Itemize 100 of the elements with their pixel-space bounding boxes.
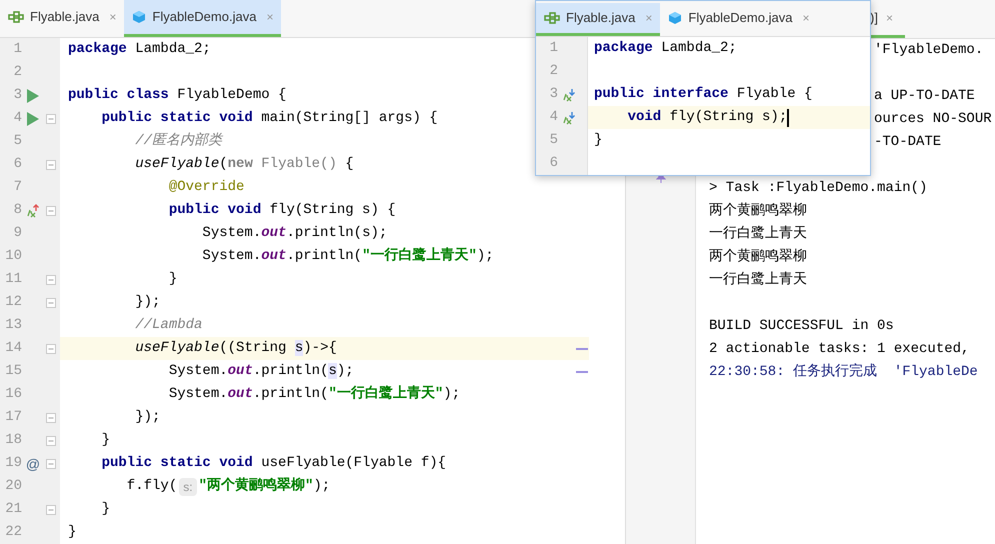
console-line: -TO-DATE (874, 133, 942, 152)
code-line: }); (134, 293, 160, 312)
console-line: 2 actionable tasks: 1 executed, (709, 340, 970, 359)
code-line: useFlyable((String s)->{ (134, 339, 337, 358)
code-line: public class FlyableDemo { (68, 86, 286, 105)
implemented-icon[interactable] (562, 110, 576, 124)
error-stripe-mark[interactable] (576, 348, 588, 350)
run-icon[interactable] (27, 88, 39, 102)
fold-icon[interactable] (46, 458, 56, 468)
usage-marker[interactable]: @ (26, 456, 40, 470)
code-line: package Lambda_2; (68, 40, 211, 59)
code-text: "两个黄鹂鸣翠柳"); (198, 476, 330, 496)
file-tab[interactable]: FlyableDemo.java × (660, 3, 818, 36)
code-text: f.fly( (126, 477, 178, 496)
line-number: 10 (4, 247, 22, 266)
fold-icon[interactable] (46, 344, 56, 354)
run-icon[interactable] (27, 112, 39, 126)
line-number: 19 (4, 454, 22, 473)
console-line: 22:30:58: 任务执行完成 'FlyableDe (709, 362, 978, 382)
interface-icon (544, 12, 560, 24)
console-line: 一行白鹭上青天 (709, 224, 807, 244)
tab-label: )] (870, 8, 878, 27)
line-number: 4 (548, 108, 558, 127)
fold-icon[interactable] (46, 114, 56, 124)
code-line: } (594, 131, 602, 150)
line-number: 3 (548, 85, 558, 104)
console-line: 两个黄鹂鸣翠柳 (709, 202, 807, 221)
line-number: 21 (4, 500, 22, 519)
line-number: 5 (12, 132, 22, 151)
line-number: 11 (4, 270, 22, 289)
interface-icon (8, 11, 24, 23)
code-line: package Lambda_2; (594, 39, 737, 58)
line-number: 18 (4, 431, 22, 450)
fold-icon[interactable] (46, 412, 56, 422)
override-icon[interactable] (26, 204, 40, 218)
error-stripe-mark[interactable] (576, 370, 588, 372)
code-line: } (100, 500, 110, 519)
line-number: 4 (12, 109, 22, 128)
code-line: useFlyable(new Flyable() { (134, 155, 354, 174)
code-line: System.out.println("一行白鹭上青天"); (168, 384, 460, 404)
fold-icon[interactable] (46, 206, 56, 216)
code-line: } (100, 431, 110, 450)
code-line: //匿名内部类 (134, 131, 222, 151)
line-number: 5 (548, 131, 558, 150)
cube-icon (668, 11, 682, 25)
fold-icon[interactable] (46, 436, 56, 446)
code-line: public void fly(String s) { (168, 201, 396, 220)
line-number: 2 (548, 62, 558, 81)
line-number: 15 (4, 362, 22, 381)
line-number: 8 (12, 201, 22, 220)
code-line: void fly(String s); (626, 108, 788, 127)
line-number: 6 (12, 155, 22, 174)
line-number: 1 (548, 39, 558, 58)
cube-icon (132, 10, 146, 24)
fold-icon[interactable] (46, 160, 56, 170)
implemented-icon[interactable] (562, 88, 576, 102)
console-line: 一行白鹭上青天 (709, 270, 807, 290)
fold-icon[interactable] (46, 274, 56, 284)
line-number: 13 (4, 316, 22, 335)
line-number: 20 (4, 477, 22, 496)
file-tab[interactable]: Flyable.java × (536, 3, 660, 36)
code-line: } (168, 270, 178, 289)
file-tab[interactable]: FlyableDemo.java × (124, 0, 282, 37)
tab-label: FlyableDemo.java (688, 9, 792, 28)
tab-label: Flyable.java (566, 9, 636, 28)
console-line: ources NO-SOUR (874, 110, 992, 129)
line-number: 9 (12, 224, 22, 243)
code-line: @Override (168, 178, 244, 197)
line-number: 22 (4, 523, 22, 542)
code-line: }); (134, 408, 160, 427)
console-line: > Task :FlyableDemo.main() (709, 179, 928, 198)
console-line: a UP-TO-DATE (874, 87, 975, 106)
line-number: 6 (548, 154, 558, 173)
parameter-hint: s: (179, 478, 197, 496)
tab-label: FlyableDemo.java (152, 8, 256, 26)
file-tab[interactable]: Flyable.java × (0, 0, 124, 37)
code-line: System.out.println(s); (201, 224, 388, 243)
code-line: public static void useFlyable(Flyable f){ (100, 454, 446, 473)
console-line: 两个黄鹂鸣翠柳 (709, 248, 807, 267)
line-number: 16 (4, 385, 22, 404)
console-line: BUILD SUCCESSFUL in 0s (709, 317, 894, 336)
code-line: //Lambda (134, 316, 202, 335)
code-line: public static void main(String[] args) { (100, 109, 438, 128)
code-line: public interface Flyable { (594, 85, 812, 104)
line-number: 1 (12, 40, 22, 59)
line-number: 17 (4, 408, 22, 427)
close-button[interactable]: × (886, 8, 893, 26)
line-number: 7 (12, 178, 22, 197)
line-number: 2 (12, 63, 22, 82)
line-number: 14 (4, 339, 22, 358)
code-line: } (68, 523, 76, 542)
code-line: System.out.println(s); (168, 362, 354, 381)
fold-icon[interactable] (46, 504, 56, 514)
close-button[interactable]: × (802, 9, 810, 27)
close-button[interactable]: × (109, 8, 116, 26)
line-number: 3 (12, 86, 22, 105)
fold-icon[interactable] (46, 298, 56, 308)
tab-label: Flyable.java (30, 8, 100, 26)
code-line: System.out.println("一行白鹭上青天"); (201, 246, 494, 266)
console-line: 'FlyableDemo. (874, 41, 984, 60)
